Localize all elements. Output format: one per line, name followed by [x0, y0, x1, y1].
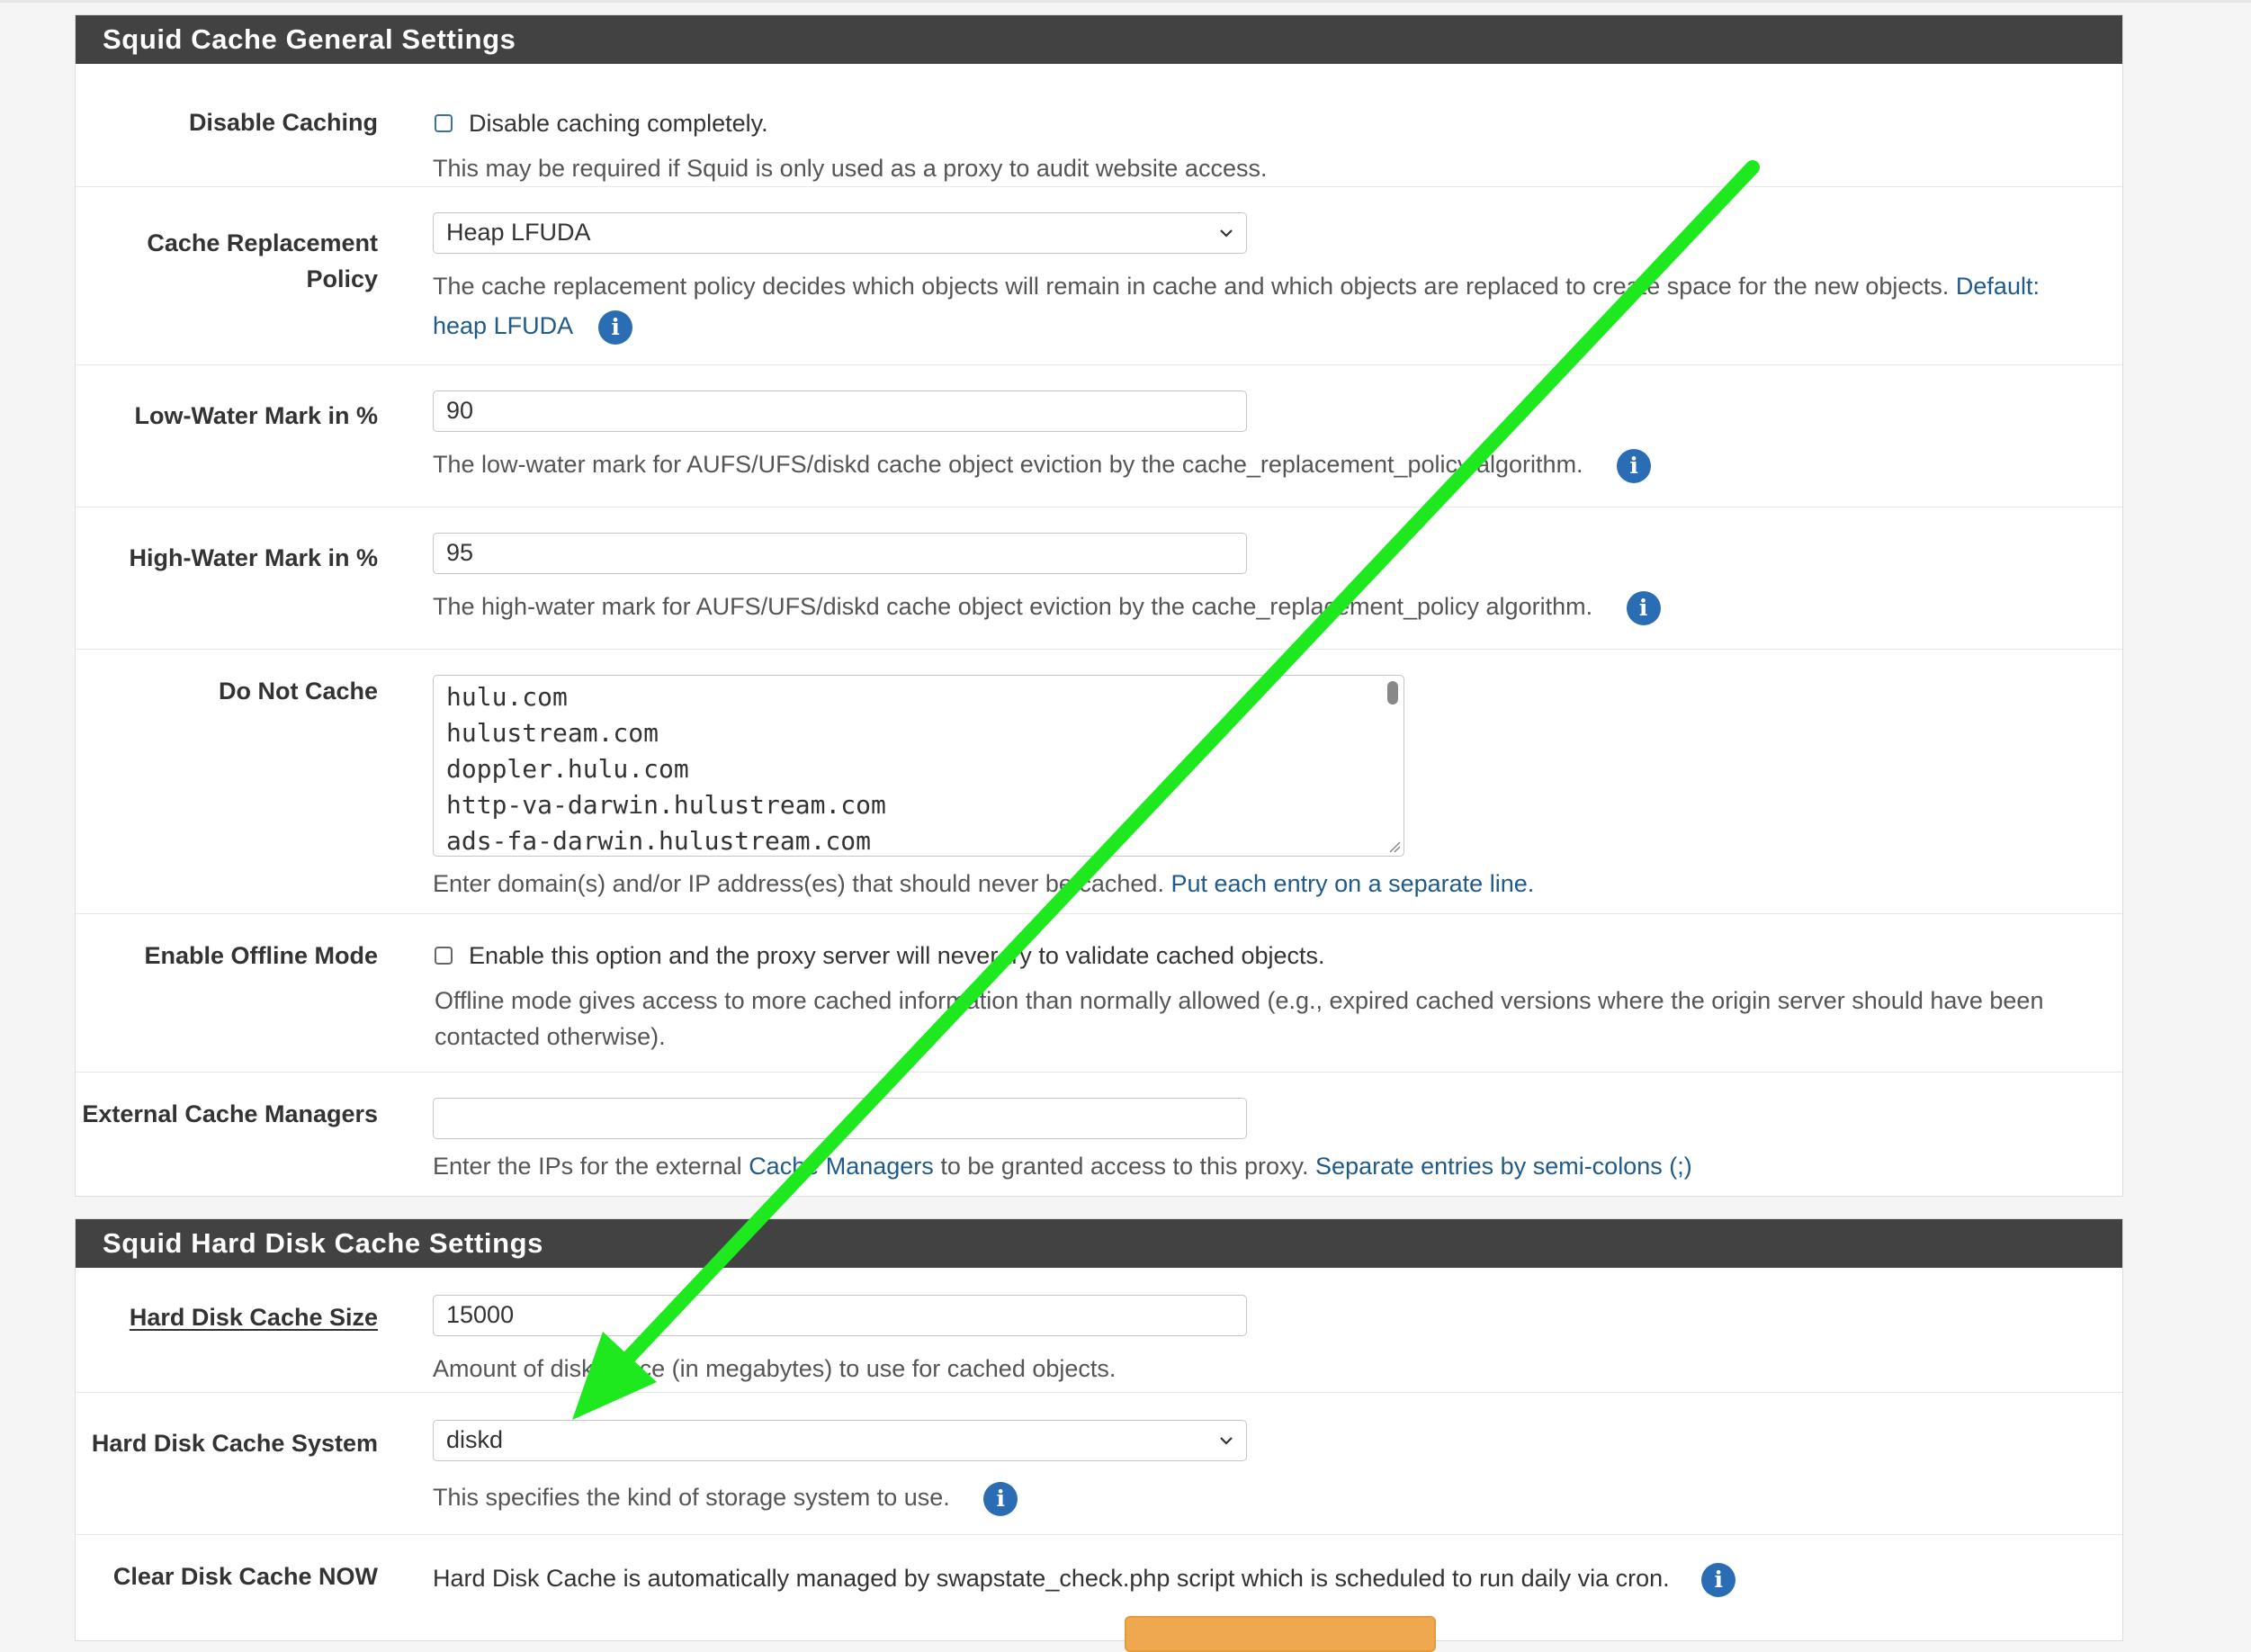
help-external-cache-managers: Enter the IPs for the external Cache Man…	[433, 1148, 1692, 1184]
resize-handle-icon[interactable]	[1388, 840, 1401, 853]
label-line2: Policy	[306, 265, 378, 292]
help-text: The high-water mark for AUFS/UFS/diskd c…	[433, 593, 1593, 620]
default-value-link[interactable]: heap LFUDA	[433, 312, 572, 339]
select-value: Heap LFUDA	[446, 219, 591, 246]
label-disable-caching: Disable Caching	[188, 109, 378, 136]
hard-disk-cache-size-input[interactable]: 15000	[433, 1295, 1247, 1336]
disable-caching-checkbox-label: Disable caching completely.	[469, 110, 768, 137]
help-cache-replacement-policy: The cache replacement policy decides whi…	[433, 268, 2040, 304]
row-offline-mode: Enable Offline Mode Enable this option a…	[76, 913, 2122, 1072]
chevron-down-icon	[1220, 229, 1233, 238]
info-icon[interactable]: i	[983, 1481, 1018, 1516]
label-low-water-mark: Low-Water Mark in %	[134, 402, 378, 429]
textarea-line: doppler.hulu.com	[446, 754, 689, 784]
help-hard-disk-cache-size: Amount of disk space (in megabytes) to u…	[433, 1355, 1117, 1382]
default-link[interactable]: Default:	[1956, 273, 2040, 300]
row-external-cache-managers: External Cache Managers Enter the IPs fo…	[76, 1072, 2122, 1198]
row-cache-replacement-policy: Cache Replacement Policy Heap LFUDA The …	[76, 186, 2122, 364]
label-external-cache-managers: External Cache Managers	[82, 1100, 378, 1127]
info-icon[interactable]: i	[1701, 1562, 1736, 1597]
label-clear-disk-cache: Clear Disk Cache NOW	[112, 1563, 378, 1590]
scrollbar-thumb[interactable]	[1387, 681, 1398, 705]
clear-disk-cache-button[interactable]	[1125, 1616, 1436, 1652]
help-text: Hard Disk Cache is automatically managed…	[433, 1565, 1670, 1592]
textarea-line: hulustream.com	[446, 718, 659, 748]
row-hard-disk-cache-system: Hard Disk Cache System diskd This specif…	[76, 1392, 2122, 1534]
help-default-value: heap LFUDA i	[433, 308, 633, 345]
do-not-cache-textarea[interactable]: hulu.com hulustream.com doppler.hulu.com…	[433, 675, 1404, 857]
help-offline-mode-line2: contacted otherwise).	[435, 1023, 666, 1050]
separate-line-link[interactable]: Put each entry on a separate line.	[1170, 870, 1534, 897]
high-water-mark-input[interactable]: 95	[433, 533, 1247, 574]
panel-heading-hard-disk: Squid Hard Disk Cache Settings	[76, 1219, 2122, 1268]
top-border	[0, 0, 2251, 3]
disable-caching-checkbox[interactable]	[435, 114, 453, 132]
textarea-line: ads-fa-darwin.hulustream.com	[446, 826, 872, 856]
help-low-water-mark: The low-water mark for AUFS/UFS/diskd ca…	[433, 446, 1652, 483]
info-icon[interactable]: i	[1626, 590, 1661, 625]
select-value: diskd	[446, 1426, 504, 1453]
label-hard-disk-cache-system: Hard Disk Cache System	[91, 1430, 378, 1457]
info-icon[interactable]: i	[598, 310, 633, 345]
semicolons-link[interactable]: Separate entries by semi-colons (;)	[1315, 1153, 1692, 1180]
help-text: The cache replacement policy decides whi…	[433, 273, 1956, 300]
textarea-line: http-va-darwin.hulustream.com	[446, 790, 886, 820]
row-low-water-mark: Low-Water Mark in % 90 The low-water mar…	[76, 364, 2122, 507]
textarea-line: hulu.com	[446, 682, 568, 712]
cache-managers-link[interactable]: Cache Managers	[749, 1153, 934, 1180]
cache-replacement-policy-select[interactable]: Heap LFUDA	[433, 212, 1247, 254]
row-clear-disk-cache: Clear Disk Cache NOW Hard Disk Cache is …	[76, 1534, 2122, 1642]
help-text: Enter domain(s) and/or IP address(es) th…	[433, 870, 1171, 897]
help-text: This specifies the kind of storage syste…	[433, 1484, 950, 1511]
help-high-water-mark: The high-water mark for AUFS/UFS/diskd c…	[433, 588, 1661, 625]
row-disable-caching: Disable Caching Disable caching complete…	[76, 64, 2122, 186]
label-line1: Cache Replacement	[147, 229, 378, 256]
hard-disk-cache-system-select[interactable]: diskd	[433, 1420, 1247, 1461]
low-water-mark-input[interactable]: 90	[433, 391, 1247, 432]
external-cache-managers-input[interactable]	[433, 1098, 1247, 1139]
help-text: to be granted access to this proxy.	[933, 1153, 1316, 1180]
help-disable-caching: This may be required if Squid is only us…	[433, 155, 1268, 182]
offline-mode-checkbox[interactable]	[435, 947, 453, 965]
offline-mode-checkbox-label: Enable this option and the proxy server …	[469, 942, 1325, 969]
label-do-not-cache: Do Not Cache	[218, 678, 378, 705]
label-offline-mode: Enable Offline Mode	[144, 942, 378, 969]
clear-disk-cache-text: Hard Disk Cache is automatically managed…	[433, 1560, 1736, 1597]
general-settings-panel: Squid Cache General Settings Disable Cac…	[75, 14, 2123, 1197]
label-hard-disk-cache-size[interactable]: Hard Disk Cache Size	[76, 1299, 378, 1335]
help-offline-mode-line1: Offline mode gives access to more cached…	[435, 987, 2044, 1014]
chevron-down-icon	[1220, 1437, 1233, 1445]
panel-heading-general: Squid Cache General Settings	[76, 15, 2122, 64]
help-hard-disk-cache-system: This specifies the kind of storage syste…	[433, 1479, 1018, 1516]
row-do-not-cache: Do Not Cache hulu.com hulustream.com dop…	[76, 649, 2122, 913]
row-high-water-mark: High-Water Mark in % 95 The high-water m…	[76, 507, 2122, 649]
label-high-water-mark: High-Water Mark in %	[129, 544, 378, 571]
label-cache-replacement-policy: Cache Replacement Policy	[76, 225, 378, 297]
hard-disk-settings-panel: Squid Hard Disk Cache Settings Hard Disk…	[75, 1218, 2123, 1641]
help-text: The low-water mark for AUFS/UFS/diskd ca…	[433, 451, 1583, 478]
help-text: Enter the IPs for the external	[433, 1153, 749, 1180]
help-do-not-cache: Enter domain(s) and/or IP address(es) th…	[433, 866, 1534, 902]
info-icon[interactable]: i	[1617, 448, 1652, 483]
